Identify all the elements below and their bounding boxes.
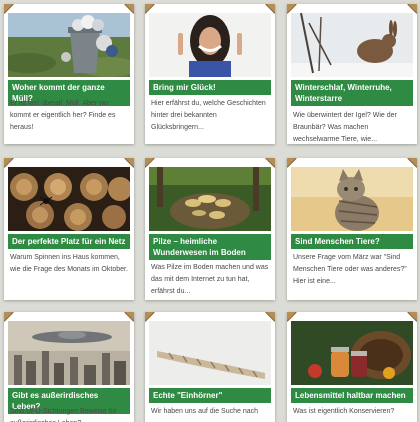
article-title[interactable]: Bring mir Glück! — [149, 80, 271, 95]
article-image[interactable] — [8, 13, 130, 77]
article-teaser: Unsere Frage vom März war "Sind Menschen… — [293, 254, 407, 285]
article-teaser: Was ist eigentlich Konservieren? — [293, 408, 395, 415]
article-title[interactable]: Winterschlaf, Winterruhe, Winterstarre — [291, 80, 413, 106]
article-title[interactable]: Echte "Einhörner" — [149, 388, 271, 403]
article-image[interactable] — [8, 167, 130, 231]
article-card[interactable]: Bring mir Glück! Hier erfährst du, welch… — [145, 4, 275, 144]
article-image[interactable] — [291, 13, 413, 77]
article-title[interactable]: Pilze – heimliche Wunderwesen im Boden — [149, 234, 271, 260]
article-card[interactable]: Echte "Einhörner" Wir haben uns auf die … — [145, 312, 275, 422]
article-teaser: Warum Spinnen ins Haus kommen, wie die F… — [10, 254, 128, 273]
article-card[interactable]: Der perfekte Platz für ein Netz Warum Sp… — [4, 158, 134, 300]
article-card[interactable]: Sind Menschen Tiere? Unsere Frage vom Mä… — [287, 158, 417, 300]
article-teaser: Wir haben uns auf die Suche nach — [151, 408, 259, 415]
article-image[interactable] — [291, 321, 413, 385]
article-title[interactable]: Sind Menschen Tiere? — [291, 234, 413, 249]
article-image[interactable] — [149, 13, 271, 77]
article-teaser: Wie überwintert der Igel? Wie der Braunb… — [293, 112, 397, 143]
article-card[interactable]: Gibt es außerirdisches Leben? Sind UFO-S… — [4, 312, 134, 422]
article-grid: Woher kommt der ganze Müll? Er ist fast … — [0, 0, 420, 422]
article-image[interactable] — [8, 321, 130, 385]
article-teaser: Hier erfährst du, welche Geschichten hin… — [151, 100, 266, 131]
article-title[interactable]: Der perfekte Platz für ein Netz — [8, 234, 130, 249]
article-card[interactable]: Lebensmittel haltbar machen Was ist eige… — [287, 312, 417, 422]
article-image[interactable] — [149, 167, 271, 231]
article-image[interactable] — [291, 167, 413, 231]
article-teaser: Er ist fast überall: Müll. Aber wo kommt… — [10, 100, 116, 131]
article-card[interactable]: Winterschlaf, Winterruhe, Winterstarre W… — [287, 4, 417, 144]
article-teaser: Was Pilze im Boden machen und was das mi… — [151, 264, 269, 295]
article-card[interactable]: Woher kommt der ganze Müll? Er ist fast … — [4, 4, 134, 144]
article-image[interactable] — [149, 321, 271, 385]
article-title[interactable]: Lebensmittel haltbar machen — [291, 388, 413, 403]
article-card[interactable]: Pilze – heimliche Wunderwesen im Boden W… — [145, 158, 275, 300]
